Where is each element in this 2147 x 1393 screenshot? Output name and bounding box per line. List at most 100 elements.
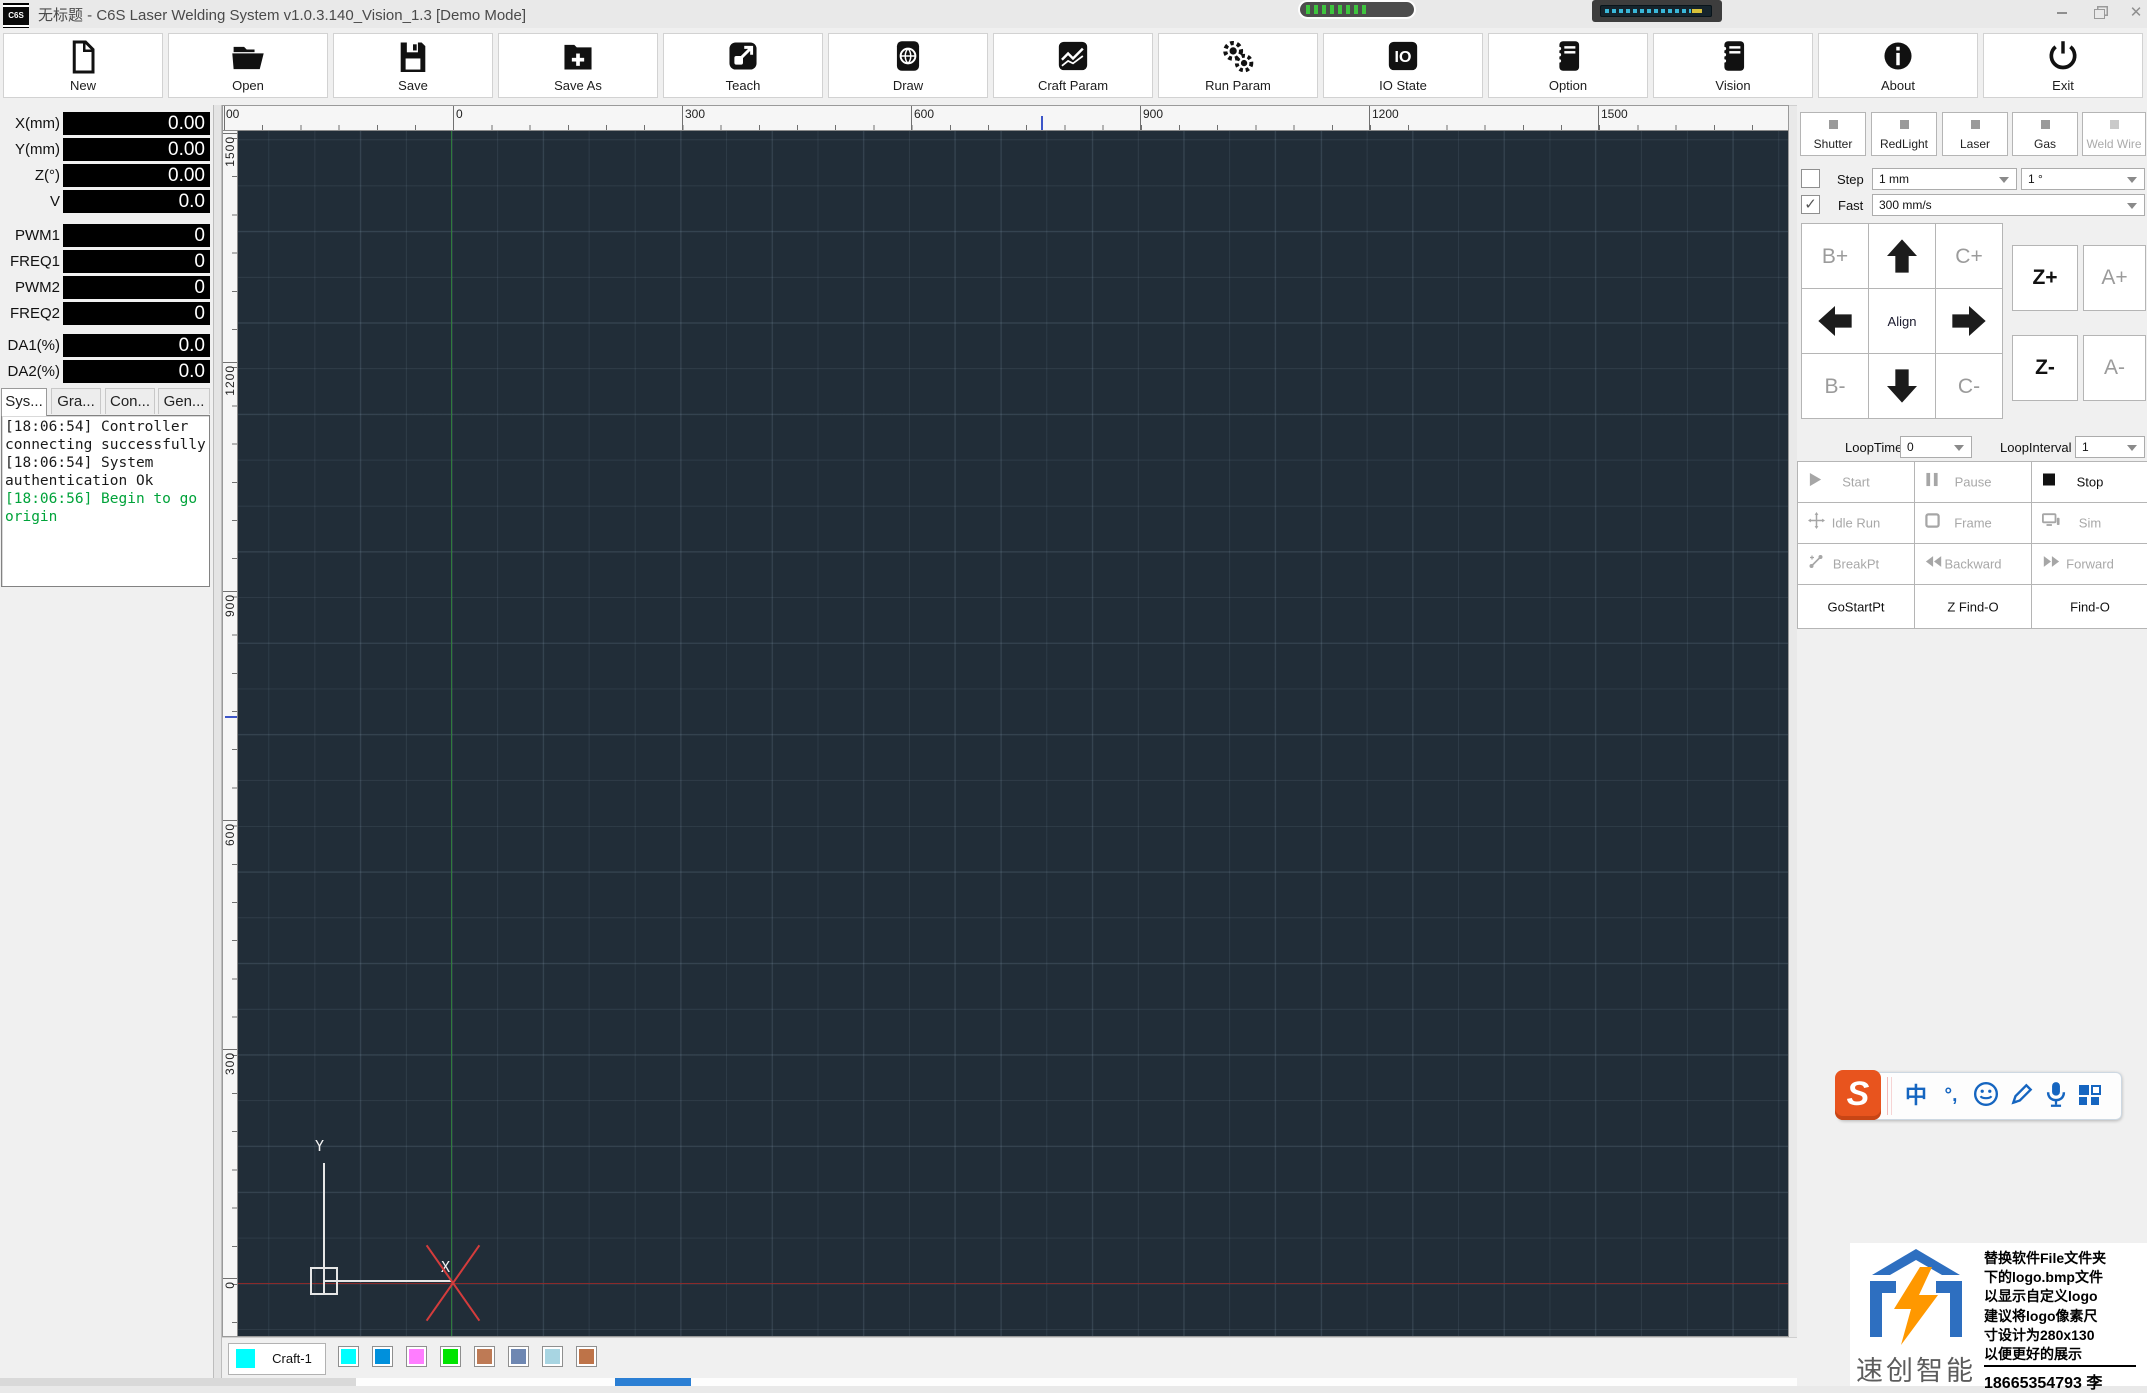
indicator-square xyxy=(2110,120,2119,129)
gas-toggle[interactable]: Gas xyxy=(2012,112,2078,156)
exit-button[interactable]: Exit xyxy=(1983,33,2143,98)
control-panel: Shutter RedLight Laser Gas Weld Wire Ste… xyxy=(1797,105,2147,1386)
craft-param-button[interactable]: Craft Param xyxy=(993,33,1153,98)
readout-label: DA2(%) xyxy=(0,360,60,384)
restore-icon xyxy=(2094,9,2105,19)
fast-speed-dropdown[interactable]: 300 mm/s xyxy=(1872,194,2145,216)
tab-system[interactable]: Sys... xyxy=(1,388,47,416)
save-button[interactable]: Save xyxy=(333,33,493,98)
breakpoint-button[interactable]: BreakPt xyxy=(1797,543,1915,585)
open-button[interactable]: Open xyxy=(168,33,328,98)
loop-interval-label: LoopInterval xyxy=(2000,440,2072,455)
go-start-point-button[interactable]: GoStartPt xyxy=(1797,584,1915,629)
idle-run-button[interactable]: Idle Run xyxy=(1797,502,1915,544)
ime-punctuation-icon[interactable]: °, xyxy=(1936,1081,1966,1111)
option-icon xyxy=(1489,40,1647,74)
readout-pwm2-value: 0 xyxy=(63,276,210,299)
ime-toolbox-icon[interactable] xyxy=(2077,1081,2103,1107)
loop-times-dropdown[interactable]: 0 xyxy=(1900,436,1972,458)
logo-note-line: 以便更好的展示 xyxy=(1984,1345,2144,1364)
logo-note-line: 以显示自定义logo xyxy=(1984,1287,2144,1306)
palette-swatch[interactable] xyxy=(576,1346,597,1367)
z-find-origin-button[interactable]: Z Find-O xyxy=(1914,584,2032,629)
system-log: [18:06:54] Controller connecting success… xyxy=(1,415,210,587)
ime-logo[interactable]: S xyxy=(1835,1070,1881,1120)
jog-y-plus-button[interactable] xyxy=(1868,223,1936,289)
emoji-icon[interactable] xyxy=(1971,1081,2001,1111)
readout-z-value: 0.00 xyxy=(63,164,210,187)
jog-c-plus-button[interactable]: C+ xyxy=(1935,223,2003,289)
jog-x-plus-button[interactable] xyxy=(1935,288,2003,354)
pause-button[interactable]: Pause xyxy=(1914,461,2032,503)
palette-swatch[interactable] xyxy=(406,1346,427,1367)
step-angle-dropdown[interactable]: 1 ° xyxy=(2021,168,2145,190)
jog-a-plus-button[interactable]: A+ xyxy=(2083,245,2146,311)
palette-swatch[interactable] xyxy=(338,1346,359,1367)
shutter-toggle[interactable]: Shutter xyxy=(1800,112,1866,156)
microphone-icon[interactable] xyxy=(2042,1081,2070,1111)
restore-button[interactable] xyxy=(2085,4,2113,24)
fast-checkbox[interactable]: ✓ xyxy=(1801,195,1820,214)
palette-swatch[interactable] xyxy=(440,1346,461,1367)
ime-language-icon[interactable]: 中 xyxy=(1901,1081,1931,1111)
option-button[interactable]: Option xyxy=(1488,33,1648,98)
design-canvas[interactable]: Y X xyxy=(238,131,1788,1336)
tab-graphic[interactable]: Gra... xyxy=(51,388,101,414)
tab-control[interactable]: Con... xyxy=(105,388,155,414)
jog-z-plus-button[interactable]: Z+ xyxy=(2012,245,2078,311)
jog-x-minus-button[interactable] xyxy=(1801,288,1869,354)
craft-param-icon xyxy=(994,40,1152,74)
origin-x-axis xyxy=(325,1280,451,1282)
pencil-icon[interactable] xyxy=(2007,1081,2037,1111)
arrow-down-icon xyxy=(1882,366,1922,406)
arrow-right-icon xyxy=(1949,301,1989,341)
palette-swatch[interactable] xyxy=(542,1346,563,1367)
save-as-button[interactable]: Save As xyxy=(498,33,658,98)
craft-layer-button[interactable]: Craft-1 xyxy=(228,1343,326,1375)
jog-b-minus-button[interactable]: B- xyxy=(1801,353,1869,419)
find-origin-button[interactable]: Find-O xyxy=(2031,584,2147,629)
vision-button[interactable]: Vision xyxy=(1653,33,1813,98)
step-distance-dropdown[interactable]: 1 mm xyxy=(1872,168,2017,190)
jog-y-minus-button[interactable] xyxy=(1868,353,1936,419)
app-window: { "window": { "app_badge": "C6S", "title… xyxy=(0,0,2147,1386)
palette-swatch[interactable] xyxy=(372,1346,393,1367)
jog-c-minus-button[interactable]: C- xyxy=(1935,353,2003,419)
backward-button[interactable]: Backward xyxy=(1914,543,2032,585)
stop-button[interactable]: Stop xyxy=(2031,461,2147,503)
forward-button[interactable]: Forward xyxy=(2031,543,2147,585)
redlight-toggle[interactable]: RedLight xyxy=(1871,112,1937,156)
loop-interval-dropdown[interactable]: 1 xyxy=(2075,436,2145,458)
frame-button[interactable]: Frame xyxy=(1914,502,2032,544)
sim-button[interactable]: Sim xyxy=(2031,502,2147,544)
log-line: [18:06:54] Controller connecting success… xyxy=(5,418,206,454)
exit-power-icon xyxy=(1984,40,2142,74)
jog-z-minus-button[interactable]: Z- xyxy=(2012,335,2078,401)
align-button[interactable]: Align xyxy=(1868,288,1936,354)
minimize-button[interactable] xyxy=(2048,4,2076,24)
drawing-workspace: 00 0 300 600 900 1200 1500 1500 1200 900… xyxy=(222,105,1789,1337)
chevron-down-icon xyxy=(2127,177,2137,183)
panel-splitter[interactable] xyxy=(213,105,222,1386)
new-button[interactable]: New xyxy=(3,33,163,98)
step-checkbox[interactable] xyxy=(1801,169,1820,188)
run-controls: Start Pause Stop Idle Run Frame Sim Brea… xyxy=(1798,462,2147,626)
palette-swatch[interactable] xyxy=(474,1346,495,1367)
start-button[interactable]: Start xyxy=(1797,461,1915,503)
laser-toggle[interactable]: Laser xyxy=(1942,112,2008,156)
draw-button[interactable]: Draw xyxy=(828,33,988,98)
readout-label: Y(mm) xyxy=(0,138,60,162)
palette-swatch[interactable] xyxy=(508,1346,529,1367)
tab-general[interactable]: Gen... xyxy=(158,388,210,414)
draw-icon xyxy=(829,40,987,74)
weld-wire-toggle: Weld Wire xyxy=(2082,112,2146,156)
readout-v-value: 0.0 xyxy=(63,190,210,213)
jog-a-minus-button[interactable]: A- xyxy=(2083,335,2146,401)
teach-button[interactable]: Teach xyxy=(663,33,823,98)
x-axis-zero-line xyxy=(238,1283,1788,1284)
jog-b-plus-button[interactable]: B+ xyxy=(1801,223,1869,289)
run-param-button[interactable]: Run Param xyxy=(1158,33,1318,98)
close-button[interactable]: ✕ xyxy=(2122,4,2147,24)
about-button[interactable]: About xyxy=(1818,33,1978,98)
io-state-button[interactable]: IO IO State xyxy=(1323,33,1483,98)
